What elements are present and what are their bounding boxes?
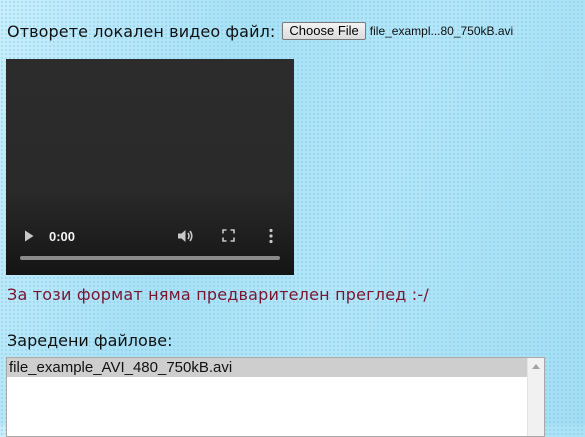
list-item[interactable]: file_example_AVI_480_750kB.avi bbox=[7, 358, 527, 377]
more-options-icon[interactable] bbox=[268, 228, 274, 244]
scroll-up-arrow-icon[interactable] bbox=[532, 364, 540, 369]
no-preview-message: За този формат няма предварителен прегле… bbox=[7, 285, 429, 304]
video-progress-bar[interactable] bbox=[20, 256, 280, 260]
video-player[interactable]: 0:00 bbox=[6, 59, 294, 275]
play-icon[interactable] bbox=[24, 230, 34, 242]
loaded-files-list[interactable]: file_example_AVI_480_750kB.avi bbox=[6, 357, 545, 437]
scrollbar[interactable] bbox=[527, 358, 544, 436]
choose-file-button[interactable]: Choose File bbox=[282, 22, 366, 40]
fullscreen-icon[interactable] bbox=[222, 229, 235, 242]
video-time: 0:00 bbox=[49, 229, 76, 244]
loaded-files-label: Заредени файлове: bbox=[7, 331, 173, 350]
open-file-label: Отворете локален видео файл: bbox=[7, 21, 276, 41]
selected-file-name: file_exampl...80_750kB.avi bbox=[369, 24, 514, 38]
open-file-row: Отворете локален видео файл: Choose File… bbox=[7, 21, 513, 41]
video-controls: 0:00 bbox=[6, 215, 294, 275]
volume-icon[interactable] bbox=[177, 228, 194, 244]
